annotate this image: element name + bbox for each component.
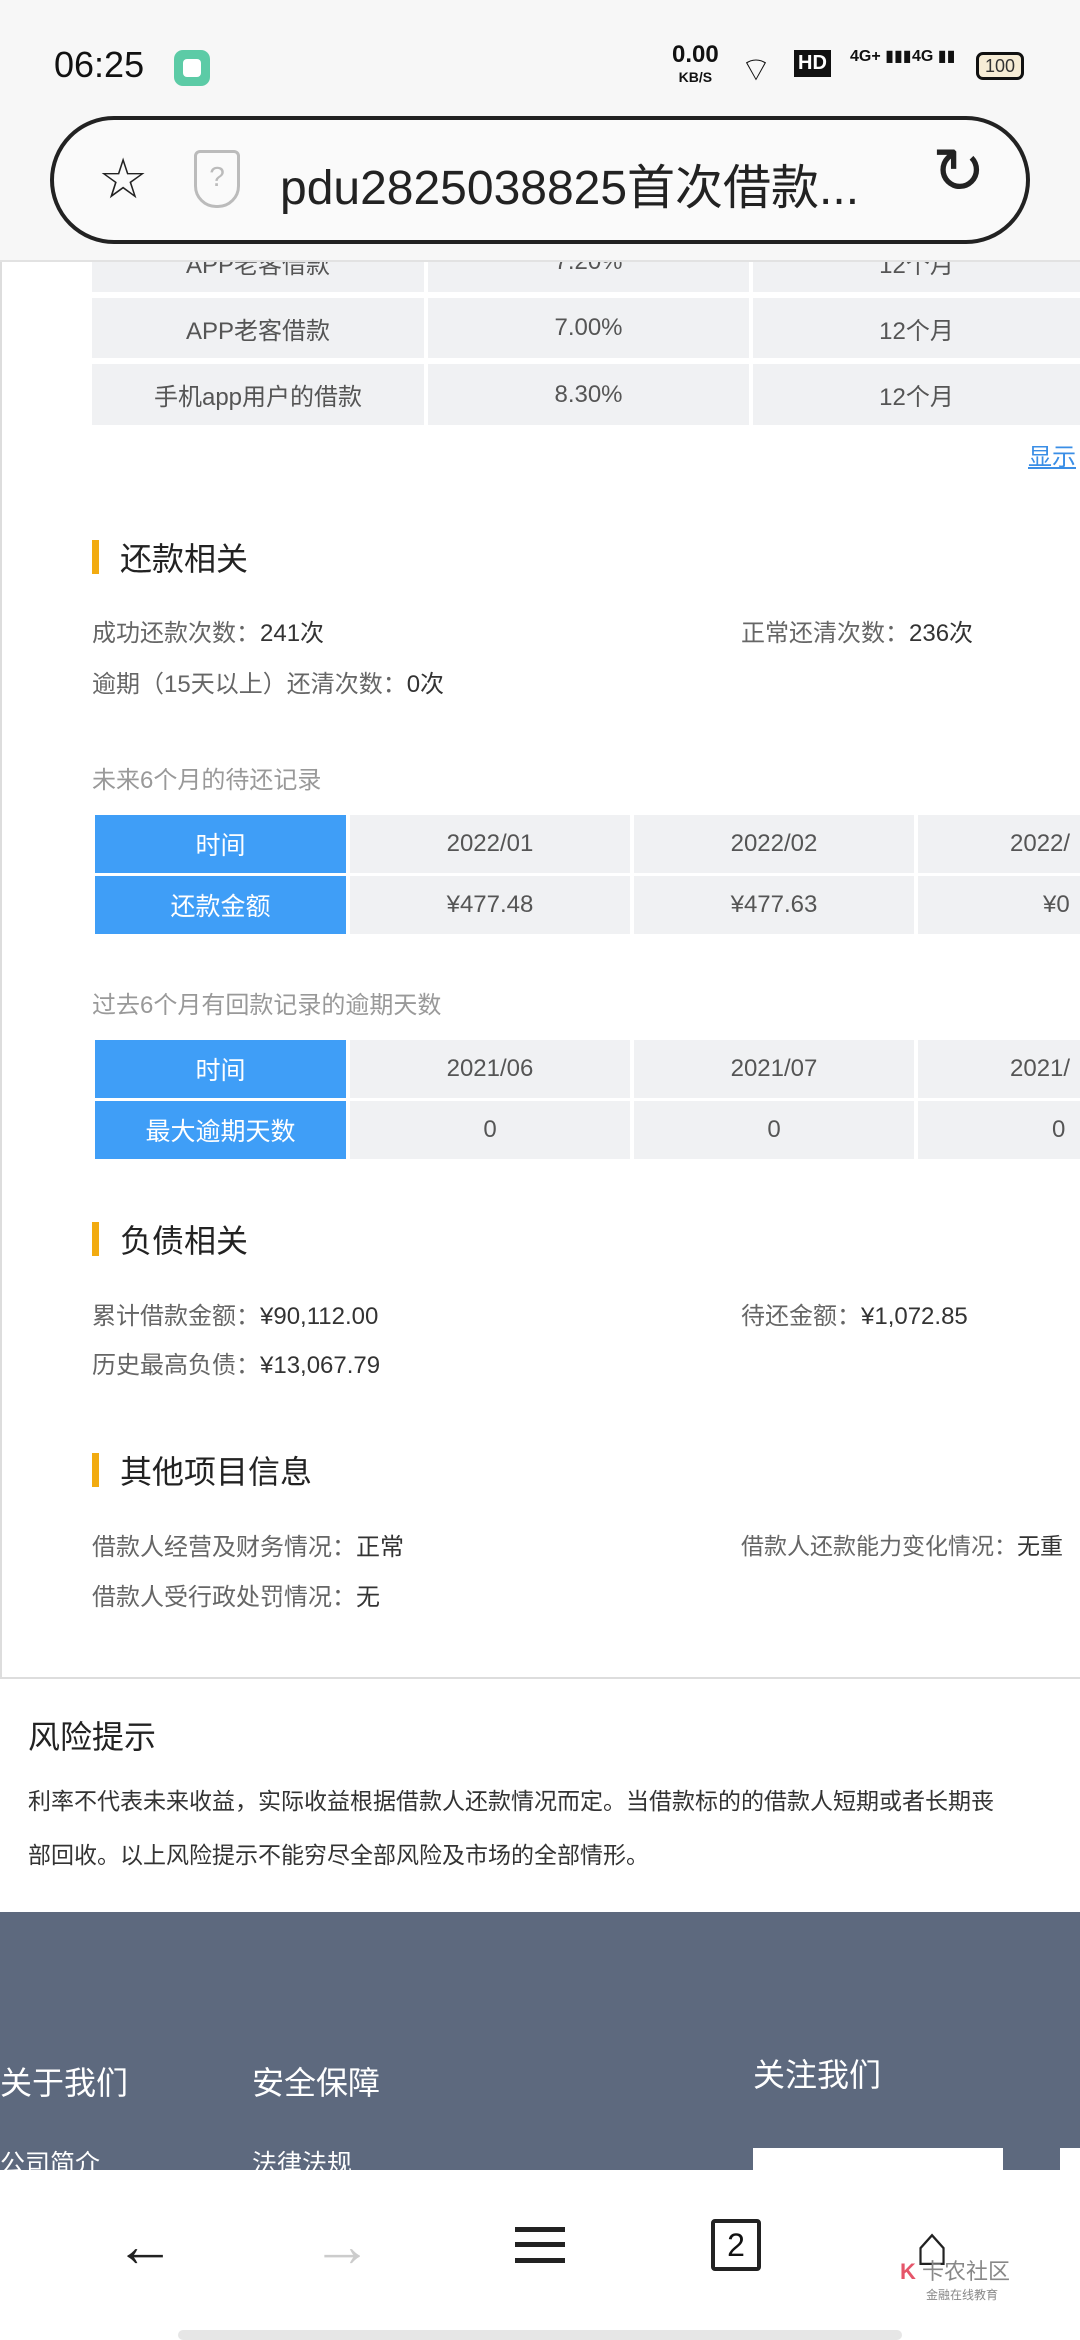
days-cell: 0 [350,1101,630,1159]
bookmark-star-icon[interactable]: ☆ [98,146,148,212]
table-header: 最大逾期天数 [95,1101,346,1159]
hd-icon: HD [794,50,831,77]
rate-cell: 手机app用户的借款 [92,364,424,425]
rate-cell: 7.00% [428,298,749,358]
refresh-icon[interactable]: ↻ [932,134,986,209]
app-notification-icon [174,50,210,86]
footer-follow-heading: 关注我们 [753,2057,882,2093]
menu-icon[interactable] [500,2210,580,2280]
business-status: 借款人经营及财务情况：正常 [92,1534,404,1561]
days-cell: 0 [918,1101,1080,1159]
net-speed: 0.00 KB/S [672,41,719,86]
table-header: 时间 [95,1040,346,1098]
footer-about-heading: 关于我们 [0,2065,129,2101]
qr-code [753,2148,1003,2170]
back-icon[interactable]: ← [105,2210,185,2280]
wifi-icon: ⌔ [740,51,772,89]
month-cell: 2022/02 [634,815,914,873]
rate-cell: 12个月 [753,298,1080,358]
section-title-repay: 还款相关 [92,534,248,580]
admin-penalty: 借款人受行政处罚情况：无 [92,1584,380,1611]
normal-count: 正常还清次数：236次 [741,620,974,647]
overdue-count: 逾期（15天以上）还清次数：0次 [92,671,445,698]
section-title-other: 其他项目信息 [92,1447,312,1493]
address-bar[interactable]: ☆ ? pdu2825038825首次借款... ↻ [50,116,1030,244]
show-more-link[interactable]: 显示 [1028,437,1076,472]
page-title-url[interactable]: pdu2825038825首次借款... [280,148,859,218]
security-shield-icon[interactable]: ? [194,150,240,208]
amount-cell: ¥477.48 [350,876,630,934]
signal-sim1-icon: 4G+ ▮▮▮ [850,48,912,65]
risk-title: 风险提示 [28,1719,157,1755]
forward-icon[interactable]: → [302,2210,382,2280]
days-cell: 0 [634,1101,914,1159]
success-count: 成功还款次数：241次 [92,620,325,647]
month-cell: 2022/01 [350,815,630,873]
signal-sim2-icon: 4G ▮▮ [912,48,956,65]
gesture-bar [178,2330,902,2340]
table-header: 时间 [95,815,346,873]
browser-top-bar: 06:25 0.00 KB/S ⌔ HD 4G+ ▮▮▮ 4G ▮▮ 100 ☆ … [0,0,1080,262]
repay-ability-change: 借款人还款能力变化情况：无重 [741,1533,1063,1559]
section-title-debt: 负债相关 [92,1216,248,1262]
card-divider [0,1677,1080,1679]
month-cell: 2021/06 [350,1040,630,1098]
month-cell: 2021/07 [634,1040,914,1098]
table-header: 还款金额 [95,876,346,934]
month-cell: 2022/ [918,815,1080,873]
risk-text-line2: 部回收。以上风险提示不能穷尽全部风险及市场的全部情形。 [28,1842,649,1868]
past-records-title: 过去6个月有回款记录的逾期天数 [92,992,442,1019]
card-border [0,262,2,1678]
risk-text-line1: 利率不代表未来收益，实际收益根据借款人还款情况而定。当借款标的的借款人短期或者长… [28,1788,994,1814]
footer-security-heading: 安全保障 [252,2065,381,2101]
battery-icon: 100 [976,52,1024,80]
site-footer: 关于我们 安全保障 关注我们 公司简介 法律法规 [0,1912,1080,2178]
pending-amount: 待还金额：¥1,072.85 [741,1303,968,1330]
rate-cell: 8.30% [428,364,749,425]
rate-cell: APP老客借款 [92,298,424,358]
future-records-title: 未来6个月的待还记录 [92,767,322,794]
browser-bottom-nav: ← → 2 ⌂ K 卡农社区 金融在线教育 [0,2170,1080,2340]
amount-cell: ¥477.63 [634,876,914,934]
amount-cell: ¥0 [918,876,1080,934]
total-borrowed: 累计借款金额：¥90,112.00 [92,1303,379,1330]
tabs-button[interactable]: 2 [696,2210,776,2280]
max-debt: 历史最高负债：¥13,067.79 [92,1352,381,1379]
rate-cell: 12个月 [753,364,1080,425]
month-cell: 2021/ [918,1040,1080,1098]
qr-code [1060,2148,1080,2170]
status-time: 06:25 [54,44,145,85]
watermark-logo: K 卡农社区 金融在线教育 [900,2259,1011,2302]
